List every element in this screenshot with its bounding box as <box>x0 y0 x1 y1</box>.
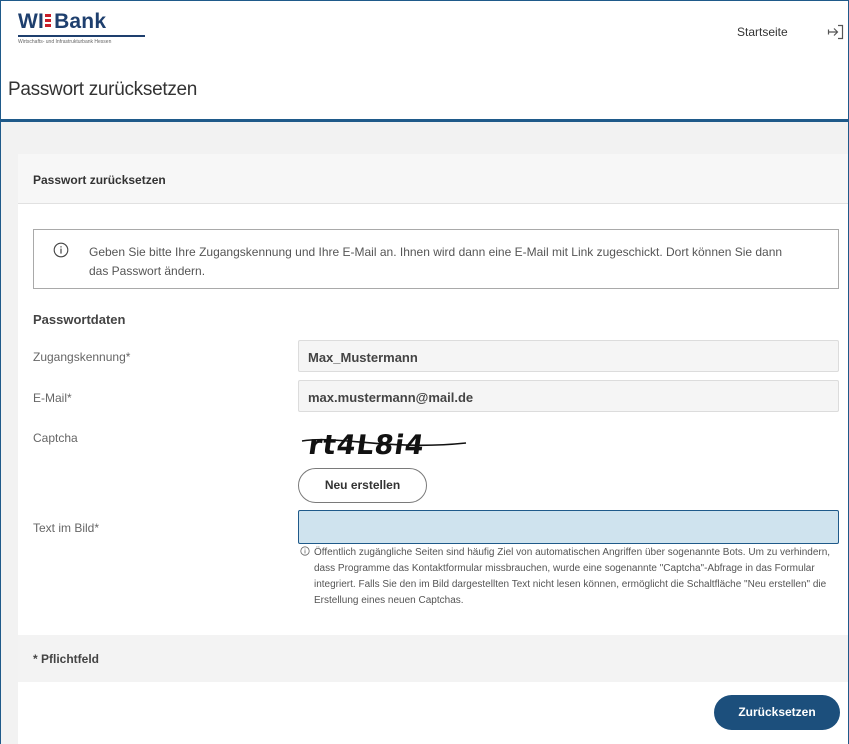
card-title: Passwort zurücksetzen <box>33 173 166 187</box>
email-label: E-Mail* <box>33 391 72 405</box>
captcha-input-label: Text im Bild* <box>33 521 100 535</box>
info-box: Geben Sie bitte Ihre Zugangskennung und … <box>33 229 839 289</box>
logo-bars <box>45 14 52 27</box>
logo-rule <box>18 35 145 37</box>
info-circle-icon <box>53 242 69 258</box>
email-field[interactable]: max.mustermann@mail.de <box>298 380 839 412</box>
logo-text-left: WI <box>18 10 45 33</box>
logo-wordmark: WI Bank <box>18 10 158 34</box>
info-circle-icon <box>300 546 310 556</box>
top-bar: WI Bank Wirtschafts- und Infrastrukturban… <box>1 1 848 56</box>
captcha-text-input[interactable] <box>298 510 839 544</box>
captcha-hint-text: Öffentlich zugängliche Seiten sind häufi… <box>314 547 831 606</box>
page-title: Passwort zurücksetzen <box>8 79 198 100</box>
reset-submit-button[interactable]: Zurücksetzen <box>714 695 840 730</box>
section-title-passwortdaten: Passwortdaten <box>33 312 126 327</box>
logout-icon[interactable] <box>827 24 844 40</box>
required-note: * Pflichtfeld <box>33 652 100 666</box>
logo-subtitle: Wirtschafts- und Infrastrukturbank Hesse… <box>18 39 112 45</box>
new-captcha-button[interactable]: Neu erstellen <box>298 468 427 503</box>
reset-password-card: Passwort zurücksetzen Geben Sie bitte Ih… <box>18 154 848 744</box>
wibank-logo[interactable]: WI Bank Wirtschafts- und Infrastrukturban… <box>18 10 158 48</box>
info-text: Geben Sie bitte Ihre Zugangskennung und … <box>89 245 783 278</box>
card-header: Passwort zurücksetzen <box>18 154 848 204</box>
username-field[interactable]: Max_Mustermann <box>298 340 839 372</box>
username-label: Zugangskennung* <box>33 350 131 364</box>
app-frame: WI Bank Wirtschafts- und Infrastrukturban… <box>0 0 849 744</box>
nav-startseite-link[interactable]: Startseite <box>737 25 788 39</box>
captcha-label: Captcha <box>33 431 78 445</box>
captcha-image: rt4L8i4 <box>298 421 470 465</box>
required-note-band: * Pflichtfeld <box>18 635 848 682</box>
logo-text-right: Bank <box>54 10 107 33</box>
